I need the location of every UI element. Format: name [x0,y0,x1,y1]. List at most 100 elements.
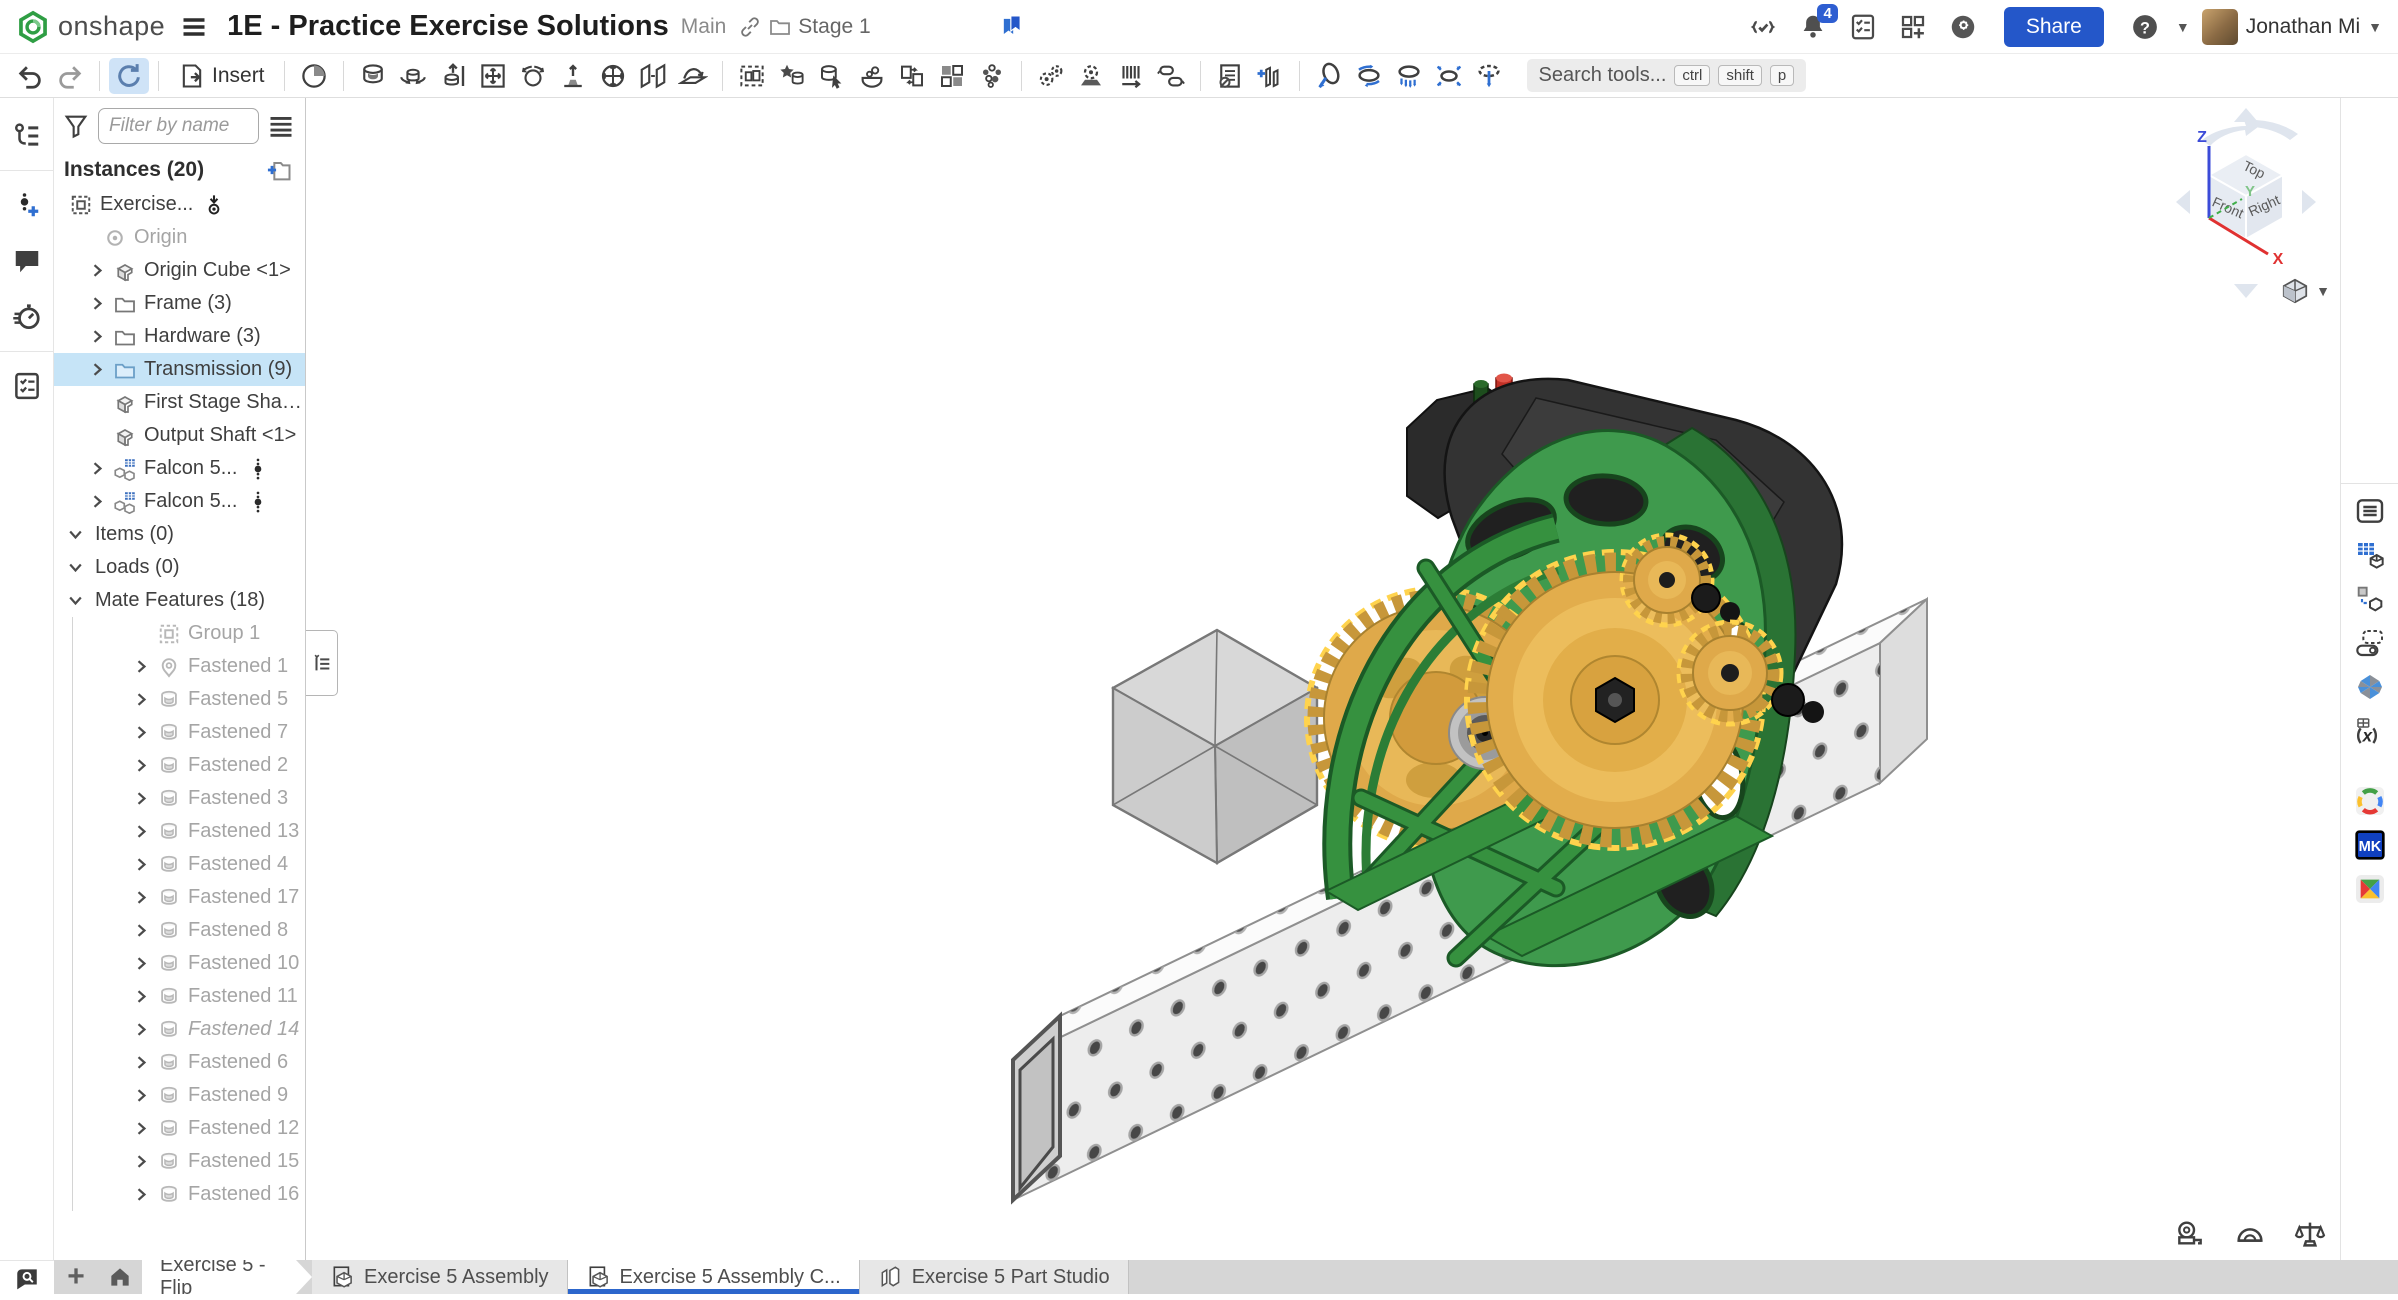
chevron-right-icon[interactable] [128,919,154,943]
parallel-mate-button[interactable] [633,58,673,94]
chevron-right-icon[interactable] [84,457,110,481]
chevron-right-icon[interactable] [128,1150,154,1174]
help-caret-icon[interactable]: ▼ [2176,19,2190,35]
transfer-copy-button[interactable] [892,58,932,94]
assembly-3d-view[interactable] [306,98,2340,1260]
workspace-label[interactable]: Main [681,15,727,39]
list-view-icon[interactable] [267,112,295,140]
group-parts-button[interactable] [732,58,772,94]
revolve-view-button[interactable] [1349,58,1389,94]
filter-input[interactable] [98,108,259,144]
app-ring-button[interactable] [2349,779,2391,823]
exploded-view-button[interactable] [972,58,1012,94]
chevron-right-icon[interactable] [128,886,154,910]
gear-relation-button[interactable] [1031,58,1071,94]
feedback-button[interactable] [1744,8,1782,46]
tree-row[interactable]: Fastened 13 [54,815,305,848]
tree-row[interactable]: Fastened 14 [54,1013,305,1046]
pinwheel-button[interactable] [2349,665,2391,709]
pin-slot-mate-button[interactable] [553,58,593,94]
feature-list-button[interactable] [2349,489,2391,533]
chevron-right-icon[interactable] [84,292,110,316]
home-button[interactable] [98,1260,142,1294]
in-context-button[interactable] [2349,577,2391,621]
tree-row[interactable]: Fastened 6 [54,1046,305,1079]
search-tools-box[interactable]: Search tools... ctrlshiftp [1527,59,1807,92]
chevron-right-icon[interactable] [128,787,154,811]
tasks-button[interactable] [1844,8,1882,46]
tree-row[interactable]: Fastened 10 [54,947,305,980]
chevron-right-icon[interactable] [128,985,154,1009]
tree-row[interactable]: Fastened 3 [54,782,305,815]
revolute-mate-button[interactable] [393,58,433,94]
named-positions-button[interactable] [772,58,812,94]
tree-row[interactable]: Origin [54,221,305,254]
document-tab[interactable]: Exercise 5 - Flip [142,1260,312,1294]
chevron-right-icon[interactable] [128,1117,154,1141]
ball-mate-button[interactable] [513,58,553,94]
chevron-right-icon[interactable] [128,688,154,712]
tree-row[interactable]: Items (0) [54,518,305,551]
chevron-right-icon[interactable] [128,754,154,778]
tree-row[interactable]: Fastened 11 [54,980,305,1013]
find-in-document-button[interactable] [0,1260,54,1294]
onshape-logo[interactable]: onshape [16,10,165,44]
update-button[interactable] [109,58,149,94]
gear-feature-button[interactable] [1071,58,1111,94]
tree-row[interactable]: Fastened 2 [54,749,305,782]
tree-row[interactable]: Fastened 17 [54,881,305,914]
main-menu-button[interactable] [177,10,211,44]
tree-row[interactable]: Fastened 15 [54,1145,305,1178]
chevron-right-icon[interactable] [84,325,110,349]
tape-measure-icon[interactable] [2174,1218,2206,1250]
chevron-right-icon[interactable] [128,1084,154,1108]
tree-row[interactable]: Output Shaft <1> [54,419,305,452]
panel-flyout-toggle[interactable] [306,630,338,696]
tree-row[interactable]: Transmission (9) [54,353,305,386]
document-tab[interactable]: Exercise 5 Part Studio [860,1260,1129,1294]
new-tab-button[interactable]: + [54,1260,98,1294]
redo-button[interactable] [50,58,90,94]
chevron-right-icon[interactable] [84,259,110,283]
screw-relation-button[interactable] [1151,58,1191,94]
tree-row[interactable]: Fastened 9 [54,1079,305,1112]
tree-row[interactable]: Exercise... [54,188,305,221]
version-crumb[interactable]: Stage 1 [738,15,870,39]
chevron-right-icon[interactable] [84,490,110,514]
mass-icon[interactable] [2294,1218,2326,1250]
checklist-button[interactable] [7,366,47,406]
replace-instance-button[interactable] [812,58,852,94]
document-tab[interactable]: Exercise 5 Assembly C... [568,1260,860,1294]
look-at-button[interactable] [1389,58,1429,94]
zoom-fit-button[interactable] [1429,58,1469,94]
chevron-down-icon[interactable] [62,523,88,547]
tree-row[interactable]: Falcon 5... [54,485,305,518]
tree-row[interactable]: Hardware (3) [54,320,305,353]
comments-button[interactable] [7,241,47,281]
section-view-button[interactable] [1469,58,1509,94]
interference-button[interactable] [294,58,334,94]
chevron-right-icon[interactable] [128,655,154,679]
tree-row[interactable]: Fastened 12 [54,1112,305,1145]
hide-mates-button[interactable] [1210,58,1250,94]
protractor-icon[interactable] [2234,1218,2266,1250]
slider-mate-button[interactable] [433,58,473,94]
tree-row[interactable]: First Stage Shaft <1> [54,386,305,419]
user-menu[interactable]: Jonathan Mi ▼ [2202,9,2382,45]
insert-new-button[interactable] [7,185,47,225]
chevron-down-icon[interactable] [62,589,88,613]
chevron-right-icon[interactable] [128,1183,154,1207]
drag-handle-icon[interactable] [247,457,269,481]
chevron-right-icon[interactable] [128,820,154,844]
history-button[interactable] [7,297,47,337]
mass-properties-button[interactable] [1250,58,1290,94]
tree-row[interactable]: Loads (0) [54,551,305,584]
app-colors-button[interactable] [2349,867,2391,911]
tree-row[interactable]: Origin Cube <1> [54,254,305,287]
display-states-button[interactable] [2349,621,2391,665]
learning-center-button[interactable] [1944,8,1982,46]
fastened-mate-button[interactable] [353,58,393,94]
share-button[interactable]: Share [2004,7,2104,47]
tree-row[interactable]: Mate Features (18) [54,584,305,617]
animate-button[interactable] [1309,58,1349,94]
